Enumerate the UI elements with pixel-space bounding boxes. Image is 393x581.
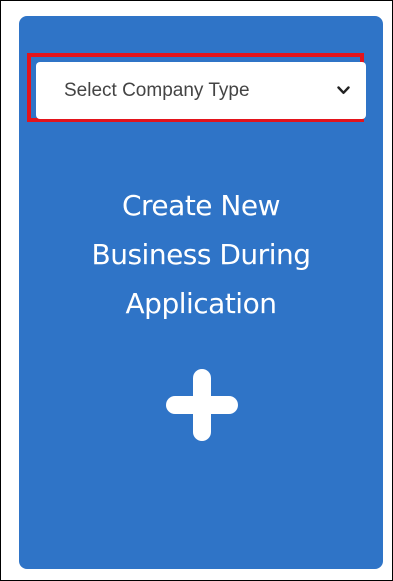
chevron-down-icon [336,84,350,98]
title-line-2: Business During [91,238,312,271]
create-business-title: Create New Business During Application [19,181,383,328]
title-line-1: Create New [121,189,281,222]
screenshot-frame: Select Company Type Create New Business … [0,0,393,581]
company-type-select[interactable]: Select Company Type [36,62,366,119]
create-business-card[interactable]: Select Company Type Create New Business … [19,16,383,569]
title-line-3: Application [125,287,277,320]
company-type-select-value: Select Company Type [64,79,250,101]
plus-icon[interactable] [164,367,240,443]
